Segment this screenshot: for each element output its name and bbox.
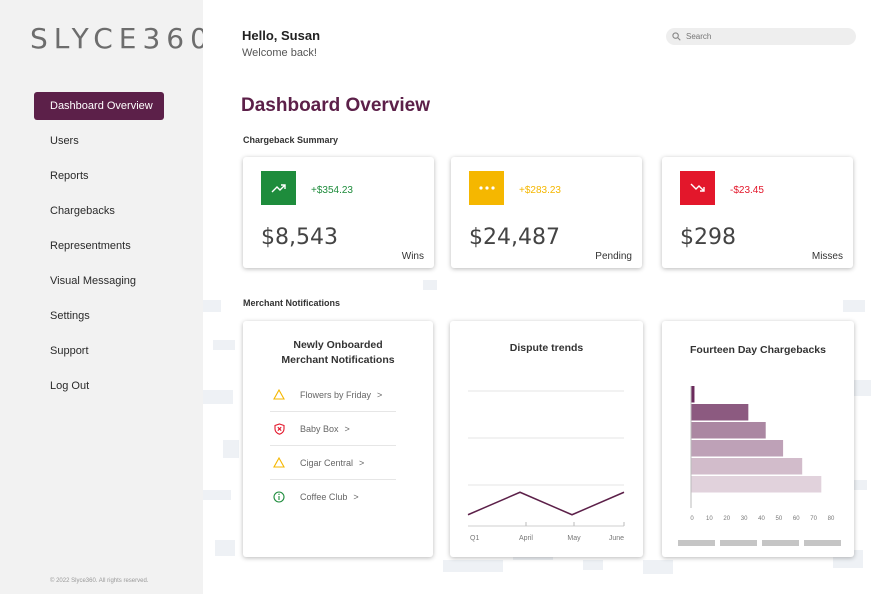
- bar: [691, 458, 803, 475]
- sidebar-item-support[interactable]: Support: [34, 337, 164, 365]
- sidebar-item-visual-messaging[interactable]: Visual Messaging: [34, 267, 164, 295]
- notifications-title-line2: Merchant Notifications: [281, 354, 395, 366]
- app-logo: SLYCE360: [30, 22, 214, 55]
- info-icon: [273, 491, 285, 503]
- sidebar-item-settings[interactable]: Settings: [34, 302, 164, 330]
- pending-label: Pending: [595, 251, 632, 262]
- search-input[interactable]: [686, 32, 846, 41]
- greeting-title: Hello, Susan: [242, 28, 321, 43]
- x-tick-label: 50: [776, 516, 783, 522]
- x-tick-label: June: [609, 535, 624, 542]
- x-tick-label: 30: [741, 516, 748, 522]
- bar: [691, 422, 766, 439]
- bar: [691, 476, 822, 493]
- misses-amount: $298: [680, 225, 736, 250]
- merchant-notifications-label: Merchant Notifications: [243, 298, 341, 308]
- warning-icon: [273, 389, 285, 400]
- sidebar-item-log-out[interactable]: Log Out: [34, 372, 164, 400]
- pending-icon-box: [469, 171, 504, 205]
- sidebar-item-representments[interactable]: Representments: [34, 232, 164, 260]
- pending-card[interactable]: +$283.23 $24,487 Pending: [451, 157, 642, 268]
- x-tick-label: 60: [793, 516, 800, 522]
- fourteen-day-chargebacks-chart: 0 10 20 30 40 50 60 70 80: [690, 386, 835, 522]
- sidebar-item-users[interactable]: Users: [34, 127, 164, 155]
- x-tick-label: 20: [723, 516, 730, 522]
- page-title: Dashboard Overview: [241, 95, 431, 116]
- bar: [691, 440, 784, 457]
- sidebar-item-chargebacks[interactable]: Chargebacks: [34, 197, 164, 225]
- misses-label: Misses: [811, 251, 843, 262]
- notification-item-coffee-club[interactable]: Coffee Club >: [270, 480, 396, 514]
- merchant-notifications-card: Newly Onboarded Merchant Notifications F…: [243, 321, 433, 557]
- more-dots-icon: [478, 186, 495, 190]
- x-tick-label: April: [519, 535, 533, 542]
- misses-icon-box: [680, 171, 715, 205]
- x-tick-label: Q1: [470, 535, 479, 542]
- misses-delta: -$23.45: [730, 185, 764, 196]
- notification-item-flowers-by-friday[interactable]: Flowers by Friday >: [270, 378, 396, 412]
- wins-icon-box: [261, 171, 296, 205]
- notification-item-cigar-central[interactable]: Cigar Central >: [270, 446, 396, 480]
- bar: [691, 386, 695, 403]
- bar: [691, 404, 749, 421]
- dispute-trends-chart: Q1 April May June: [467, 390, 625, 542]
- legend-placeholder-bar: [762, 540, 799, 546]
- fourteen-day-chargebacks-card: Fourteen Day Chargebacks 0 10 20 30 40 50 60 70…: [662, 321, 854, 557]
- main-content: Hello, Susan Welcome back! Dashboard Ove…: [203, 0, 876, 594]
- pending-amount: $24,487: [469, 225, 560, 250]
- sidebar-nav: Dashboard Overview Users Reports Chargeb…: [34, 92, 164, 407]
- dispute-trends-card: Dispute trends Q1 April May June: [450, 321, 643, 557]
- search-icon: [672, 32, 681, 41]
- welcome-text: Welcome back!: [242, 47, 317, 59]
- chargeback-summary-label: Chargeback Summary: [243, 135, 339, 145]
- x-tick-label: 80: [828, 516, 835, 522]
- legend-placeholder-bar: [804, 540, 841, 546]
- wins-amount: $8,543: [261, 225, 338, 250]
- x-tick-label: 0: [690, 516, 694, 522]
- search-box[interactable]: [666, 28, 856, 45]
- chevron-right-icon: >: [359, 457, 365, 468]
- sidebar-item-reports[interactable]: Reports: [34, 162, 164, 190]
- notification-item-baby-box[interactable]: Baby Box >: [270, 412, 396, 446]
- trending-up-icon: [271, 184, 286, 193]
- x-tick-label: May: [567, 535, 581, 542]
- trending-down-icon: [690, 183, 705, 192]
- shield-x-icon: [273, 422, 285, 435]
- legend-placeholder-bar: [678, 540, 715, 546]
- copyright-text: © 2022 Slyce360. All rights reserved.: [50, 578, 149, 584]
- chevron-right-icon: >: [344, 423, 350, 434]
- notification-label: Baby Box: [300, 423, 339, 434]
- notifications-title-line1: Newly Onboarded: [293, 339, 383, 351]
- chevron-right-icon: >: [377, 389, 383, 400]
- notification-label: Flowers by Friday: [300, 389, 372, 400]
- sidebar: SLYCE360 Dashboard Overview Users Report…: [0, 0, 208, 594]
- pending-delta: +$283.23: [519, 185, 561, 196]
- notification-label: Coffee Club: [300, 492, 348, 502]
- x-tick-label: 10: [706, 516, 713, 522]
- notification-label: Cigar Central: [300, 457, 354, 468]
- wins-card[interactable]: +$354.23 $8,543 Wins: [243, 157, 434, 268]
- wins-label: Wins: [401, 251, 424, 262]
- warning-icon: [273, 457, 285, 468]
- chevron-right-icon: >: [353, 492, 359, 502]
- sidebar-item-dashboard-overview[interactable]: Dashboard Overview: [34, 92, 164, 120]
- misses-card[interactable]: -$23.45 $298 Misses: [662, 157, 853, 268]
- wins-delta: +$354.23: [311, 185, 353, 196]
- x-tick-label: 40: [758, 516, 765, 522]
- x-tick-label: 70: [810, 516, 817, 522]
- legend-placeholder-bar: [720, 540, 757, 546]
- series-line: [467, 491, 625, 516]
